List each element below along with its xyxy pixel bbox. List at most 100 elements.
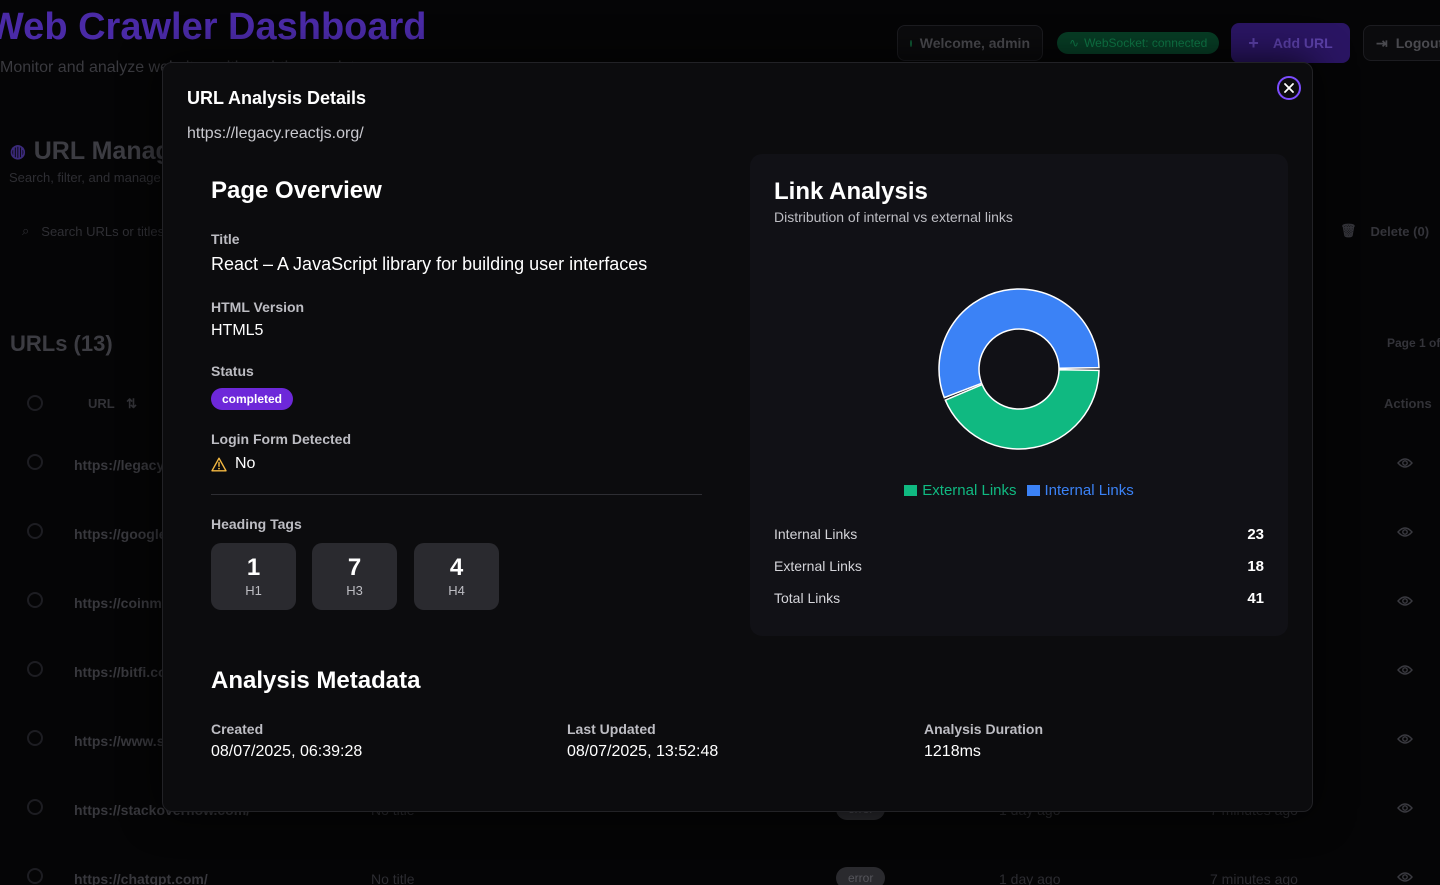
legend-item[interactable]: Internal Links bbox=[1026, 482, 1134, 499]
url-analysis-modal: URL Analysis Details https://legacy.reac… bbox=[162, 62, 1313, 812]
internal-links-label: Internal Links bbox=[774, 526, 858, 542]
link-analysis-card: Link Analysis Distribution of internal v… bbox=[750, 154, 1288, 636]
heading-tag-box-h1: 1 H1 bbox=[211, 543, 296, 610]
total-links-label: Total Links bbox=[774, 590, 841, 606]
heading-count: 1 bbox=[246, 553, 261, 581]
link-analysis-heading: Link Analysis bbox=[774, 178, 928, 205]
activity-icon: ∿ bbox=[1069, 36, 1080, 50]
login-form-value: No bbox=[235, 455, 256, 472]
table-row[interactable]: https://chatgpt.com/No title error 1 day a… bbox=[0, 860, 1440, 885]
welcome-text: Welcome, admin bbox=[919, 35, 1030, 51]
select-all-checkbox[interactable] bbox=[27, 395, 43, 411]
websocket-status-badge: ∿ WebSocket: connected bbox=[1057, 32, 1220, 54]
link-distribution-donut-chart bbox=[938, 288, 1100, 450]
total-links-value: 41 bbox=[1247, 589, 1264, 607]
delete-label: Delete (0) bbox=[1370, 223, 1430, 239]
sort-icon: ⇅ bbox=[126, 396, 138, 411]
row-checkbox[interactable] bbox=[27, 868, 43, 884]
close-icon bbox=[1284, 83, 1294, 93]
url-management-subtitle: Search, filter, and manage bbox=[9, 170, 161, 185]
html-version-label: HTML Version bbox=[211, 299, 305, 315]
warning-icon bbox=[211, 457, 227, 471]
view-details-icon[interactable] bbox=[1397, 664, 1413, 676]
url-column-header[interactable]: URL ⇅ bbox=[88, 396, 137, 412]
legend-label: External Links bbox=[922, 482, 1017, 499]
row-url[interactable]: https://chatgpt.com/ bbox=[74, 871, 208, 885]
view-details-icon[interactable] bbox=[1397, 802, 1413, 814]
add-url-button[interactable]: + Add URL bbox=[1231, 23, 1350, 63]
view-details-icon[interactable] bbox=[1397, 595, 1413, 607]
created-value: 08/07/2025, 06:39:28 bbox=[211, 743, 363, 760]
online-dot-icon bbox=[910, 39, 912, 47]
legend-item[interactable]: External Links bbox=[904, 482, 1017, 499]
chart-legend: External Links Internal Links bbox=[750, 482, 1288, 499]
heading-tags-label: Heading Tags bbox=[211, 516, 302, 532]
page-overview-heading: Page Overview bbox=[211, 177, 382, 204]
internal-links-row: Internal Links 23 bbox=[774, 524, 1264, 544]
external-links-value: 18 bbox=[1247, 557, 1264, 575]
search-placeholder: Search URLs or titles bbox=[41, 223, 165, 239]
view-details-icon[interactable] bbox=[1397, 457, 1413, 469]
analysis-metadata-heading: Analysis Metadata bbox=[211, 667, 421, 694]
urls-count-heading: URLs (13) bbox=[10, 331, 113, 356]
row-url[interactable]: https://www.s bbox=[74, 733, 164, 749]
heading-tag-box-h3: 7 H3 bbox=[312, 543, 397, 610]
section-divider bbox=[211, 494, 702, 495]
plus-icon: + bbox=[1248, 32, 1259, 53]
modal-url: https://legacy.reactjs.org/ bbox=[187, 125, 364, 142]
trash-icon: 🗑 bbox=[1340, 223, 1357, 238]
last-updated-label: Last Updated bbox=[567, 721, 656, 737]
view-details-icon[interactable] bbox=[1397, 526, 1413, 538]
analysis-duration-label: Analysis Duration bbox=[924, 721, 1044, 737]
heading-tag: H1 bbox=[245, 582, 262, 598]
analysis-duration-value: 1218ms bbox=[924, 743, 981, 760]
status-badge: completed bbox=[211, 388, 294, 410]
row-status-badge: error bbox=[836, 867, 886, 885]
row-updated: 7 minutes ago bbox=[1210, 871, 1298, 885]
legend-label: Internal Links bbox=[1044, 482, 1134, 499]
logout-label: Logout bbox=[1395, 35, 1440, 51]
search-icon: ⌕ bbox=[22, 223, 30, 238]
view-details-icon[interactable] bbox=[1397, 733, 1413, 745]
websocket-status-text: WebSocket: connected bbox=[1084, 36, 1208, 50]
row-checkbox[interactable] bbox=[27, 661, 43, 677]
view-details-icon[interactable] bbox=[1397, 871, 1413, 883]
search-input[interactable]: ⌕ Search URLs or titles bbox=[14, 211, 174, 251]
legend-swatch bbox=[904, 485, 918, 496]
row-checkbox[interactable] bbox=[27, 523, 43, 539]
login-form-label: Login Form Detected bbox=[211, 431, 352, 447]
close-button[interactable] bbox=[1277, 76, 1301, 100]
heading-count: 7 bbox=[347, 553, 362, 581]
row-title: No title bbox=[371, 871, 415, 885]
row-checkbox[interactable] bbox=[27, 799, 43, 815]
external-links-label: External Links bbox=[774, 558, 862, 574]
logout-button[interactable]: ⇥ Logout bbox=[1363, 25, 1440, 61]
modal-title: URL Analysis Details bbox=[187, 88, 367, 108]
url-column-label: URL bbox=[88, 396, 115, 411]
heading-tag: H4 bbox=[448, 582, 465, 598]
title-label: Title bbox=[211, 231, 240, 247]
row-checkbox[interactable] bbox=[27, 730, 43, 746]
row-created: 1 day ago bbox=[999, 871, 1061, 885]
created-label: Created bbox=[211, 721, 264, 737]
actions-column-header: Actions bbox=[1384, 396, 1432, 411]
welcome-badge: Welcome, admin bbox=[897, 25, 1043, 61]
last-updated-value: 08/07/2025, 13:52:48 bbox=[567, 743, 719, 760]
title-value: React – A JavaScript library for buildin… bbox=[211, 254, 648, 274]
heading-count: 4 bbox=[449, 553, 464, 581]
row-checkbox[interactable] bbox=[27, 592, 43, 608]
html-version-value: HTML5 bbox=[211, 322, 264, 339]
status-label: Status bbox=[211, 363, 254, 379]
heading-tag-box-h4: 4 H4 bbox=[414, 543, 499, 610]
heading-tag: H3 bbox=[346, 582, 363, 598]
delete-selected-button[interactable]: 🗑 Delete (0) bbox=[1330, 212, 1429, 250]
internal-links-value: 23 bbox=[1247, 525, 1264, 543]
dashboard-title: Web Crawler Dashboard bbox=[0, 6, 427, 48]
page-indicator: Page 1 of bbox=[1387, 336, 1440, 350]
total-links-row: Total Links 41 bbox=[774, 588, 1264, 608]
row-checkbox[interactable] bbox=[27, 454, 43, 470]
login-form-value-row: No bbox=[211, 455, 255, 473]
page-overview-card: Page Overview Title React – A JavaScript… bbox=[187, 153, 725, 633]
globe-icon: ◍ bbox=[10, 141, 26, 161]
legend-swatch bbox=[1026, 485, 1040, 496]
